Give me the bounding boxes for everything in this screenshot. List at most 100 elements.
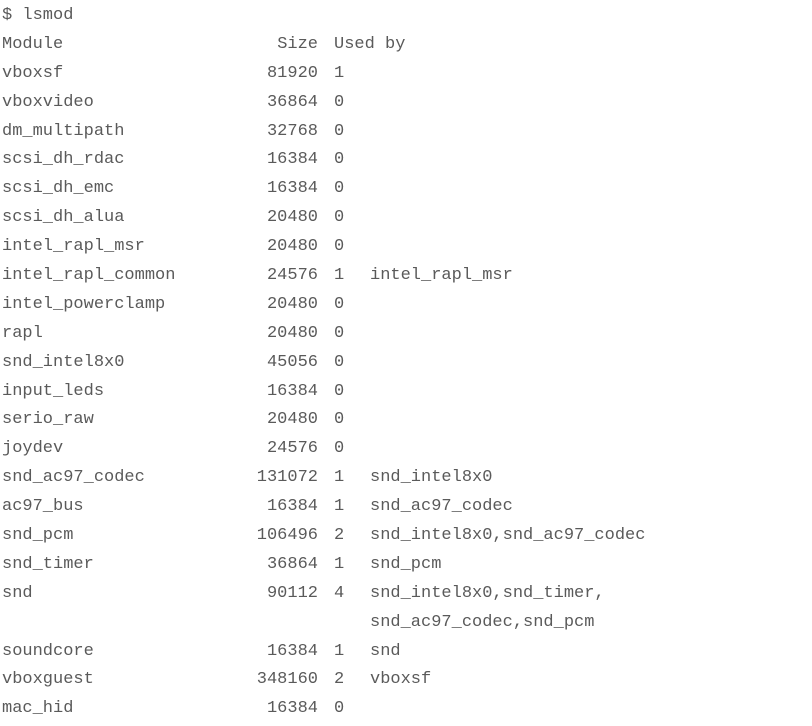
cell-module: ac97_bus [2, 493, 232, 522]
cell-size: 24576 [232, 435, 324, 464]
cell-size: 24576 [232, 262, 324, 291]
cell-used: 0 [324, 291, 366, 320]
cell-module: scsi_dh_alua [2, 204, 232, 233]
header-size: Size [232, 31, 324, 60]
table-row: intel_rapl_msr204800 [2, 233, 810, 262]
table-header-row: Module Size Used by [2, 31, 810, 60]
table-row: intel_powerclamp204800 [2, 291, 810, 320]
table-row: mac_hid163840 [2, 695, 810, 724]
cell-module: intel_powerclamp [2, 291, 232, 320]
cell-size: 45056 [232, 349, 324, 378]
cell-module-empty [2, 609, 232, 638]
header-module: Module [2, 31, 232, 60]
cell-size: 20480 [232, 406, 324, 435]
cell-size: 106496 [232, 522, 324, 551]
cell-module: scsi_dh_rdac [2, 146, 232, 175]
table-row: snd_pcm1064962snd_intel8x0,snd_ac97_code… [2, 522, 810, 551]
table-row: scsi_dh_rdac163840 [2, 146, 810, 175]
cell-size: 16384 [232, 378, 324, 407]
cell-module: snd [2, 580, 232, 609]
cell-size: 32768 [232, 118, 324, 147]
cell-size: 90112 [232, 580, 324, 609]
cell-size: 36864 [232, 89, 324, 118]
cell-by: snd_intel8x0 [366, 464, 810, 493]
table-row: intel_rapl_common245761intel_rapl_msr [2, 262, 810, 291]
cell-used: 0 [324, 233, 366, 262]
table-row: snd_ac97_codec1310721snd_intel8x0 [2, 464, 810, 493]
cell-size: 81920 [232, 60, 324, 89]
cell-size: 20480 [232, 320, 324, 349]
table-row-continuation: snd_ac97_codec,snd_pcm [2, 609, 810, 638]
header-usedby: Used by [324, 31, 810, 60]
cell-size: 36864 [232, 551, 324, 580]
cell-used-empty [324, 609, 366, 638]
cell-by: snd_pcm [366, 551, 810, 580]
table-row: snd901124snd_intel8x0,snd_timer, [2, 580, 810, 609]
table-row: snd_timer368641snd_pcm [2, 551, 810, 580]
cell-module: serio_raw [2, 406, 232, 435]
cell-by [366, 204, 810, 233]
cell-by [366, 320, 810, 349]
command-line: $ lsmod [2, 2, 810, 31]
cell-used: 0 [324, 204, 366, 233]
cell-used: 1 [324, 551, 366, 580]
cell-used: 0 [324, 175, 366, 204]
table-row: serio_raw204800 [2, 406, 810, 435]
cell-size: 131072 [232, 464, 324, 493]
table-row: joydev245760 [2, 435, 810, 464]
cell-size: 16384 [232, 638, 324, 667]
cell-module: rapl [2, 320, 232, 349]
cell-used: 0 [324, 435, 366, 464]
cell-module: joydev [2, 435, 232, 464]
cell-size: 16384 [232, 493, 324, 522]
cell-module: vboxvideo [2, 89, 232, 118]
cell-by [366, 349, 810, 378]
cell-size: 20480 [232, 233, 324, 262]
cell-module: snd_pcm [2, 522, 232, 551]
cell-by: snd_intel8x0,snd_ac97_codec [366, 522, 810, 551]
table-row: soundcore163841snd [2, 638, 810, 667]
cell-by [366, 406, 810, 435]
cell-used: 0 [324, 118, 366, 147]
cell-by [366, 175, 810, 204]
cell-size: 20480 [232, 291, 324, 320]
cell-module: scsi_dh_emc [2, 175, 232, 204]
table-row: input_leds163840 [2, 378, 810, 407]
cell-by [366, 89, 810, 118]
cell-by: snd_ac97_codec [366, 493, 810, 522]
cell-module: soundcore [2, 638, 232, 667]
cell-by [366, 291, 810, 320]
cell-by: vboxsf [366, 666, 810, 695]
cell-size: 348160 [232, 666, 324, 695]
cell-used: 1 [324, 60, 366, 89]
table-row: scsi_dh_emc163840 [2, 175, 810, 204]
table-row: vboxsf819201 [2, 60, 810, 89]
cell-by [366, 146, 810, 175]
table-row: vboxguest3481602vboxsf [2, 666, 810, 695]
cell-by [366, 695, 810, 724]
cell-used: 1 [324, 262, 366, 291]
cell-by: snd_intel8x0,snd_timer, [366, 580, 810, 609]
cell-used: 2 [324, 666, 366, 695]
table-row: scsi_dh_alua204800 [2, 204, 810, 233]
cell-by [366, 233, 810, 262]
cell-by [366, 378, 810, 407]
cell-used: 0 [324, 320, 366, 349]
cell-used: 1 [324, 493, 366, 522]
cell-used: 0 [324, 406, 366, 435]
cell-used: 0 [324, 378, 366, 407]
cell-used: 4 [324, 580, 366, 609]
cell-used: 0 [324, 349, 366, 378]
table-body: vboxsf819201vboxvideo368640dm_multipath3… [2, 60, 810, 724]
cell-module: snd_ac97_codec [2, 464, 232, 493]
cell-module: intel_rapl_common [2, 262, 232, 291]
cell-size: 16384 [232, 695, 324, 724]
cell-used: 1 [324, 638, 366, 667]
cell-module: snd_timer [2, 551, 232, 580]
cell-size: 16384 [232, 146, 324, 175]
table-row: snd_intel8x0450560 [2, 349, 810, 378]
cell-used: 0 [324, 695, 366, 724]
cell-by [366, 435, 810, 464]
cell-by [366, 118, 810, 147]
cell-size: 20480 [232, 204, 324, 233]
